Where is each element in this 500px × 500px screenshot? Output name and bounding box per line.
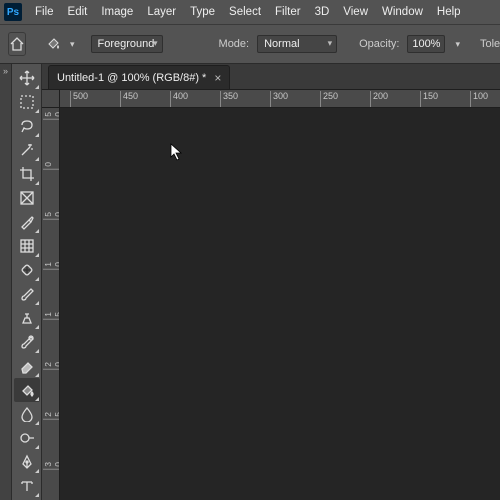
- crop-tool[interactable]: [14, 162, 40, 186]
- menu-bar: Ps File Edit Image Layer Type Select Fil…: [0, 0, 500, 24]
- mode-value: Normal: [264, 38, 299, 50]
- marquee-tool[interactable]: [14, 90, 40, 114]
- tool-preset-picker[interactable]: ▾: [42, 33, 75, 55]
- fill-source-select[interactable]: Foreground: [91, 35, 163, 53]
- menu-window[interactable]: Window: [375, 4, 430, 20]
- ruler-tick: 350: [220, 91, 238, 107]
- ruler-tick: 450: [120, 91, 138, 107]
- move-tool[interactable]: [14, 66, 40, 90]
- ruler-tick: 250: [320, 91, 338, 107]
- chevron-down-icon: ▾: [70, 39, 75, 50]
- document-area: Untitled-1 @ 100% (RGB/8#) * × 500450400…: [42, 64, 500, 500]
- ruler-origin[interactable]: [42, 90, 60, 108]
- menu-filter[interactable]: Filter: [268, 4, 308, 20]
- type-tool[interactable]: [14, 474, 40, 498]
- menu-layer[interactable]: Layer: [140, 4, 183, 20]
- brush-tool[interactable]: [14, 282, 40, 306]
- ruler-tick: 200: [43, 362, 59, 370]
- menu-help[interactable]: Help: [430, 4, 468, 20]
- paint-bucket-tool[interactable]: [14, 378, 40, 402]
- frame-tool[interactable]: [14, 186, 40, 210]
- ruler-tick: 100: [470, 91, 488, 107]
- ruler-tick: 400: [170, 91, 188, 107]
- ruler-tick: 50: [43, 212, 59, 220]
- eyedropper-tool[interactable]: [14, 210, 40, 234]
- ruler-tick: 250: [43, 412, 59, 420]
- pen-tool[interactable]: [14, 450, 40, 474]
- magic-wand-tool[interactable]: [14, 138, 40, 162]
- eraser-tool[interactable]: [14, 354, 40, 378]
- blur-tool[interactable]: [14, 402, 40, 426]
- chevron-down-icon[interactable]: ▾: [455, 39, 460, 50]
- bucket-icon: [42, 33, 64, 55]
- vertical-ruler[interactable]: 50 0 50 100 150 200 250 300: [42, 90, 60, 500]
- close-icon[interactable]: ×: [214, 71, 221, 85]
- canvas[interactable]: [60, 108, 500, 500]
- home-icon: [9, 36, 25, 52]
- ruler-tick: 500: [70, 91, 88, 107]
- history-brush-tool[interactable]: [14, 330, 40, 354]
- options-bar: ▾ Foreground Mode: Normal Opacity: 100% …: [0, 24, 500, 64]
- menu-3d[interactable]: 3D: [308, 4, 337, 20]
- ruler-tick: 0: [43, 162, 59, 170]
- document-tabstrip: Untitled-1 @ 100% (RGB/8#) * ×: [42, 64, 500, 90]
- ruler-tick: 150: [420, 91, 438, 107]
- menu-image[interactable]: Image: [94, 4, 140, 20]
- workspace: » Untitled-1 @ 100% (RGB/8#) * × 5: [0, 64, 500, 500]
- menu-type[interactable]: Type: [183, 4, 222, 20]
- ruler-tick: 300: [270, 91, 288, 107]
- ruler-tick: 300: [43, 462, 59, 470]
- ruler-tick: 200: [370, 91, 388, 107]
- opacity-input[interactable]: 100%: [407, 35, 445, 53]
- menu-file[interactable]: File: [28, 4, 61, 20]
- cursor-pointer-icon: [170, 143, 184, 161]
- dodge-tool[interactable]: [14, 426, 40, 450]
- panel-gutter[interactable]: »: [0, 64, 12, 500]
- document-tab[interactable]: Untitled-1 @ 100% (RGB/8#) * ×: [48, 65, 230, 89]
- menu-select[interactable]: Select: [222, 4, 268, 20]
- horizontal-ruler[interactable]: 500 450 400 350 300 250 200 150 100: [60, 90, 500, 108]
- lasso-tool[interactable]: [14, 114, 40, 138]
- fill-source-value: Foreground: [98, 38, 155, 50]
- ruler-tick: 150: [43, 312, 59, 320]
- home-button[interactable]: [8, 32, 26, 56]
- ruler-tick: 100: [43, 262, 59, 270]
- clone-stamp-tool[interactable]: [14, 306, 40, 330]
- tolerance-label: Toler: [480, 38, 500, 50]
- healing-brush-tool[interactable]: [14, 258, 40, 282]
- mode-label: Mode:: [219, 38, 250, 50]
- menu-edit[interactable]: Edit: [61, 4, 95, 20]
- ruler-tick: 50: [43, 112, 59, 120]
- mode-select[interactable]: Normal: [257, 35, 337, 53]
- menu-view[interactable]: View: [336, 4, 375, 20]
- app-logo: Ps: [4, 3, 22, 21]
- document-tab-label: Untitled-1 @ 100% (RGB/8#) *: [57, 72, 206, 84]
- tool-palette: [12, 64, 42, 500]
- ruler-grid-tool[interactable]: [14, 234, 40, 258]
- canvas-wrap: 500450400350300250200150100 500501001502…: [42, 90, 500, 500]
- opacity-label: Opacity:: [359, 38, 399, 50]
